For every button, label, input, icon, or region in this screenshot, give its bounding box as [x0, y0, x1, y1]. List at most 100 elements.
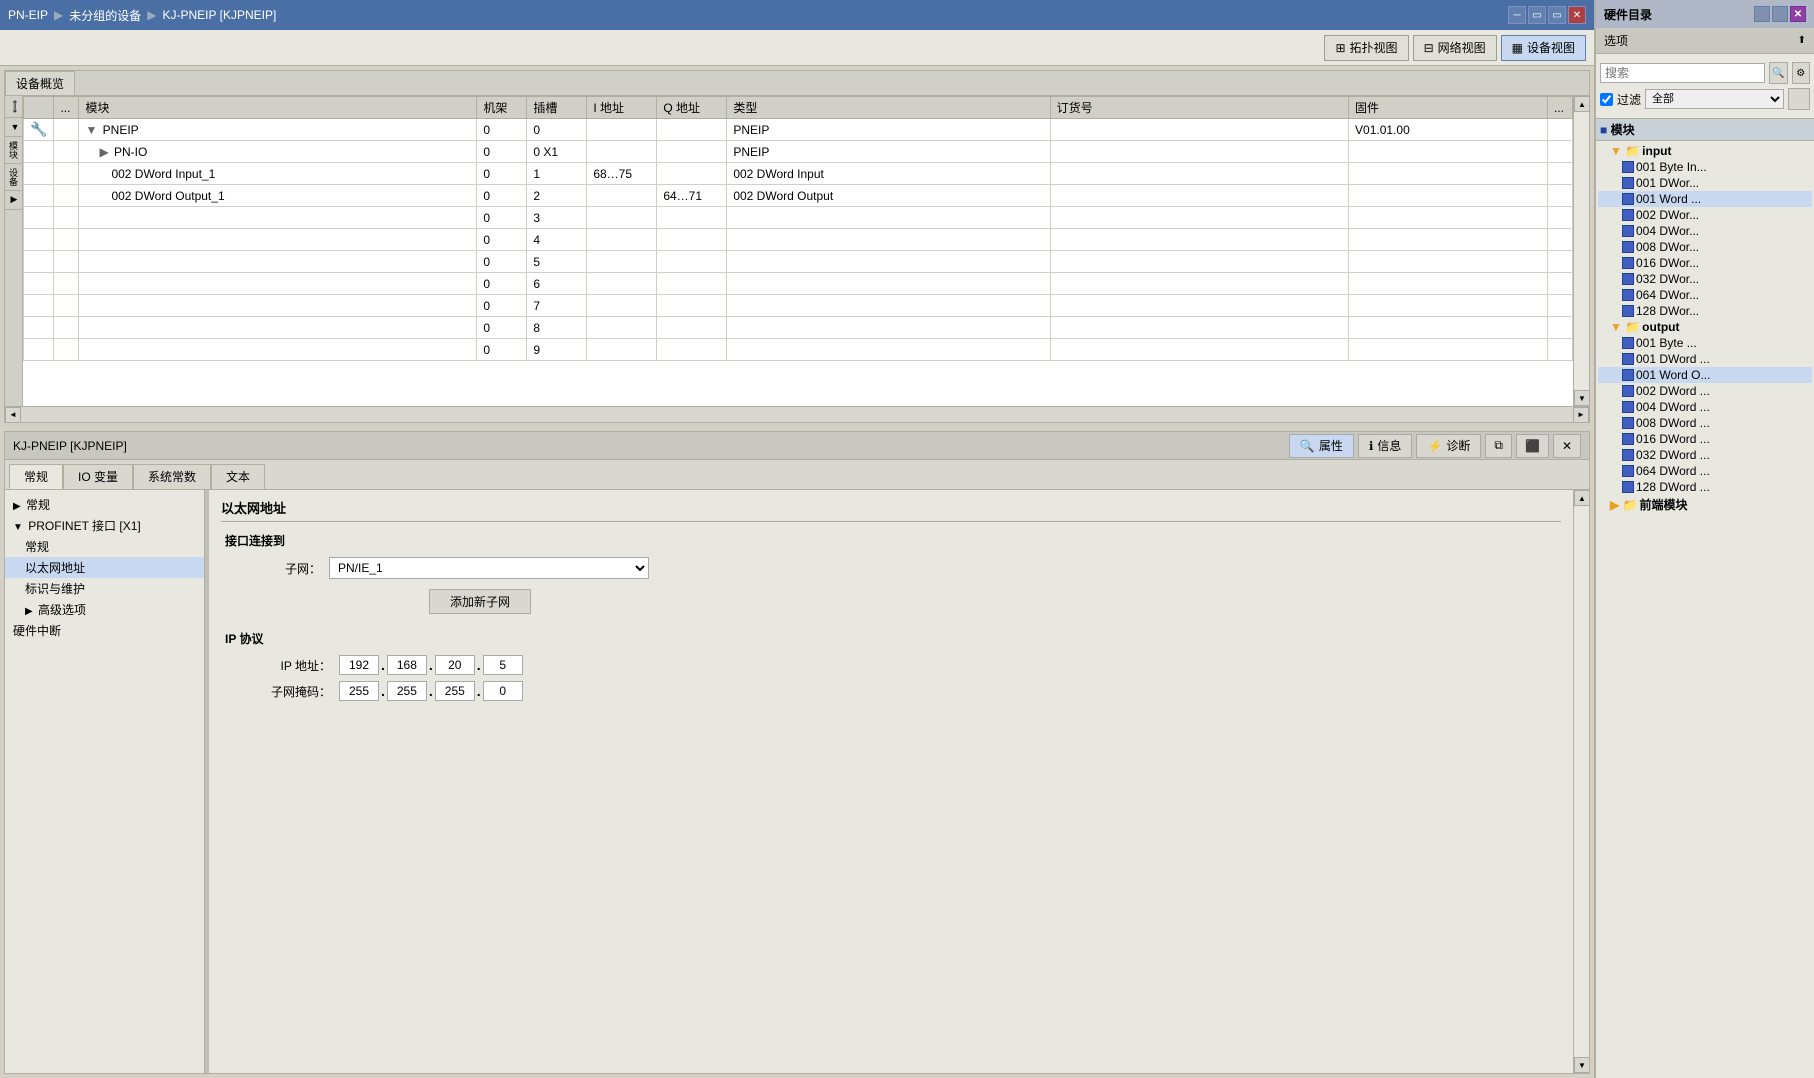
- mask-octet-2[interactable]: [387, 681, 427, 701]
- filter-icon-btn[interactable]: [1788, 88, 1810, 110]
- tree-folder-frontend[interactable]: ▶ 📁 前端模块: [1598, 495, 1812, 514]
- table-row[interactable]: 002 DWord Output_1 0 2 64…71 002 DWord O…: [24, 185, 1573, 207]
- lower-panel-close-btn[interactable]: ✕: [1553, 434, 1581, 458]
- search-btn[interactable]: 🔍: [1769, 62, 1788, 84]
- tree-out-128dword[interactable]: 128 DWord ...: [1598, 479, 1812, 495]
- tree-item-032dword[interactable]: 032 DWor...: [1598, 271, 1812, 287]
- tree-out-032dword[interactable]: 032 DWord ...: [1598, 447, 1812, 463]
- maximize-button[interactable]: ▭: [1548, 6, 1566, 24]
- table-row[interactable]: 04: [24, 229, 1573, 251]
- lower-panel-copy-btn[interactable]: ⧉: [1485, 434, 1512, 458]
- ip-octet-3[interactable]: [435, 655, 475, 675]
- tree-item-128dword[interactable]: 128 DWor...: [1598, 303, 1812, 319]
- mask-octet-1[interactable]: [339, 681, 379, 701]
- overview-tab[interactable]: 设备概览: [5, 71, 75, 95]
- horiz-scroll-track[interactable]: [23, 411, 1571, 419]
- sidebar-item-profinet[interactable]: ▼ PROFINET 接口 [X1]: [5, 515, 204, 536]
- mask-dot-2: .: [429, 683, 433, 699]
- tree-item-064dword[interactable]: 064 DWor...: [1598, 287, 1812, 303]
- tab-general[interactable]: 常规: [9, 464, 63, 489]
- table-row[interactable]: ▶ PN-IO 0 0 X1 PNEIP: [24, 141, 1573, 163]
- module-icon: [1622, 225, 1634, 237]
- tree-item-001dword[interactable]: 001 DWor...: [1598, 175, 1812, 191]
- lower-panel-expand-btn[interactable]: ⬛: [1516, 434, 1549, 458]
- tree-out-001byte[interactable]: 001 Byte ...: [1598, 335, 1812, 351]
- row-qaddr: [657, 119, 727, 141]
- tab-text[interactable]: 文本: [211, 464, 265, 489]
- scroll-left-btn[interactable]: ◄: [5, 407, 21, 423]
- minimize-button[interactable]: ─: [1508, 6, 1526, 24]
- scroll-right-btn[interactable]: ►: [1573, 407, 1589, 423]
- lower-scroll-up[interactable]: ▲: [1574, 490, 1589, 506]
- tree-item-001byte[interactable]: 001 Byte In...: [1598, 159, 1812, 175]
- scroll-down-btn[interactable]: ▼: [1574, 390, 1590, 406]
- filter-select[interactable]: 全部: [1645, 89, 1784, 109]
- props-info-btn[interactable]: ℹ 信息: [1358, 434, 1413, 458]
- sidebar-item-id-maint[interactable]: 标识与维护: [5, 578, 204, 599]
- left-tab-5[interactable]: ▶: [5, 191, 22, 210]
- sidebar-item-hw-interrupt[interactable]: 硬件中断: [5, 620, 204, 641]
- lower-scroll-down[interactable]: ▼: [1574, 1057, 1589, 1073]
- row-firmware: [1349, 185, 1548, 207]
- table-row[interactable]: 09: [24, 339, 1573, 361]
- ip-octet-1[interactable]: [339, 655, 379, 675]
- lower-vert-scrollbar[interactable]: ▲ ▼: [1573, 490, 1589, 1073]
- scroll-track[interactable]: [1574, 112, 1589, 390]
- catalog-close-btn[interactable]: ✕: [1790, 6, 1806, 22]
- catalog-btn-2[interactable]: [1772, 6, 1788, 22]
- filter-checkbox[interactable]: [1600, 93, 1613, 106]
- scroll-up-btn[interactable]: ▲: [1574, 96, 1590, 112]
- tree-folder-output[interactable]: ▼ 📁 output: [1598, 319, 1812, 335]
- tree-folder-input[interactable]: ▼ 📁 input: [1598, 143, 1812, 159]
- tree-out-008dword[interactable]: 008 DWord ...: [1598, 415, 1812, 431]
- sidebar-item-general2[interactable]: 常规: [5, 536, 204, 557]
- folder-icon-input: ▼ 📁: [1610, 144, 1640, 158]
- left-tab-4[interactable]: 设备: [5, 164, 22, 191]
- tree-out-002dword[interactable]: 002 DWord ...: [1598, 383, 1812, 399]
- topo-view-button[interactable]: ⊞ 拓扑视图: [1324, 35, 1408, 61]
- props-diag-btn[interactable]: ⚡ 诊断: [1416, 434, 1481, 458]
- table-horiz-scrollbar[interactable]: ◄ ►: [5, 406, 1589, 422]
- restore-button[interactable]: ▭: [1528, 6, 1546, 24]
- tree-out-001dword[interactable]: 001 DWord ...: [1598, 351, 1812, 367]
- network-view-button[interactable]: ⊟ 网络视图: [1413, 35, 1497, 61]
- table-row[interactable]: 08: [24, 317, 1573, 339]
- ip-octet-2[interactable]: [387, 655, 427, 675]
- tree-out-016dword[interactable]: 016 DWord ...: [1598, 431, 1812, 447]
- tree-out-064dword[interactable]: 064 DWord ...: [1598, 463, 1812, 479]
- tree-item-001word[interactable]: 001 Word ...: [1598, 191, 1812, 207]
- left-tab-1[interactable]: ⟺: [5, 96, 22, 118]
- catalog-search-input[interactable]: [1600, 63, 1765, 83]
- tree-item-004dword[interactable]: 004 DWor...: [1598, 223, 1812, 239]
- search-options-btn[interactable]: ⚙: [1792, 62, 1811, 84]
- table-row[interactable]: 05: [24, 251, 1573, 273]
- sidebar-item-ethernet[interactable]: 以太网地址: [5, 557, 204, 578]
- mask-octet-3[interactable]: [435, 681, 475, 701]
- tab-sys-const[interactable]: 系统常数: [133, 464, 211, 489]
- ip-octet-4[interactable]: [483, 655, 523, 675]
- tree-item-016dword[interactable]: 016 DWor...: [1598, 255, 1812, 271]
- tree-out-004dword[interactable]: 004 DWord ...: [1598, 399, 1812, 415]
- catalog-btn-1[interactable]: [1754, 6, 1770, 22]
- table-row[interactable]: 002 DWord Input_1 0 1 68…75 002 DWord In…: [24, 163, 1573, 185]
- device-table-area: ... 模块 机架 插槽 I 地址 Q 地址 类型 订货号 固件 ...: [23, 96, 1573, 406]
- tab-io-vars[interactable]: IO 变量: [63, 464, 133, 489]
- left-tab-2[interactable]: ▼: [5, 118, 22, 137]
- props-properties-btn[interactable]: 🔍 属性: [1289, 434, 1354, 458]
- left-tab-3[interactable]: 模块: [5, 137, 22, 164]
- sidebar-item-advanced[interactable]: ▶ 高级选项: [5, 599, 204, 620]
- close-button[interactable]: ✕: [1568, 6, 1586, 24]
- tree-item-008dword[interactable]: 008 DWor...: [1598, 239, 1812, 255]
- table-row[interactable]: 03: [24, 207, 1573, 229]
- device-view-button[interactable]: ▦ 设备视图: [1501, 35, 1586, 61]
- add-subnet-button[interactable]: 添加新子网: [429, 589, 531, 614]
- subnet-select[interactable]: PN/IE_1: [329, 557, 649, 579]
- sidebar-item-general[interactable]: ▶ 常规: [5, 494, 204, 515]
- tree-out-001word[interactable]: 001 Word O...: [1598, 367, 1812, 383]
- tree-item-002dword[interactable]: 002 DWor...: [1598, 207, 1812, 223]
- table-row[interactable]: 07: [24, 295, 1573, 317]
- mask-octet-4[interactable]: [483, 681, 523, 701]
- table-vert-scrollbar[interactable]: ▲ ▼: [1573, 96, 1589, 406]
- table-row[interactable]: 🔧 ▼ PNEIP 0 0 PNEIP V01.01.00: [24, 119, 1573, 141]
- table-row[interactable]: 06: [24, 273, 1573, 295]
